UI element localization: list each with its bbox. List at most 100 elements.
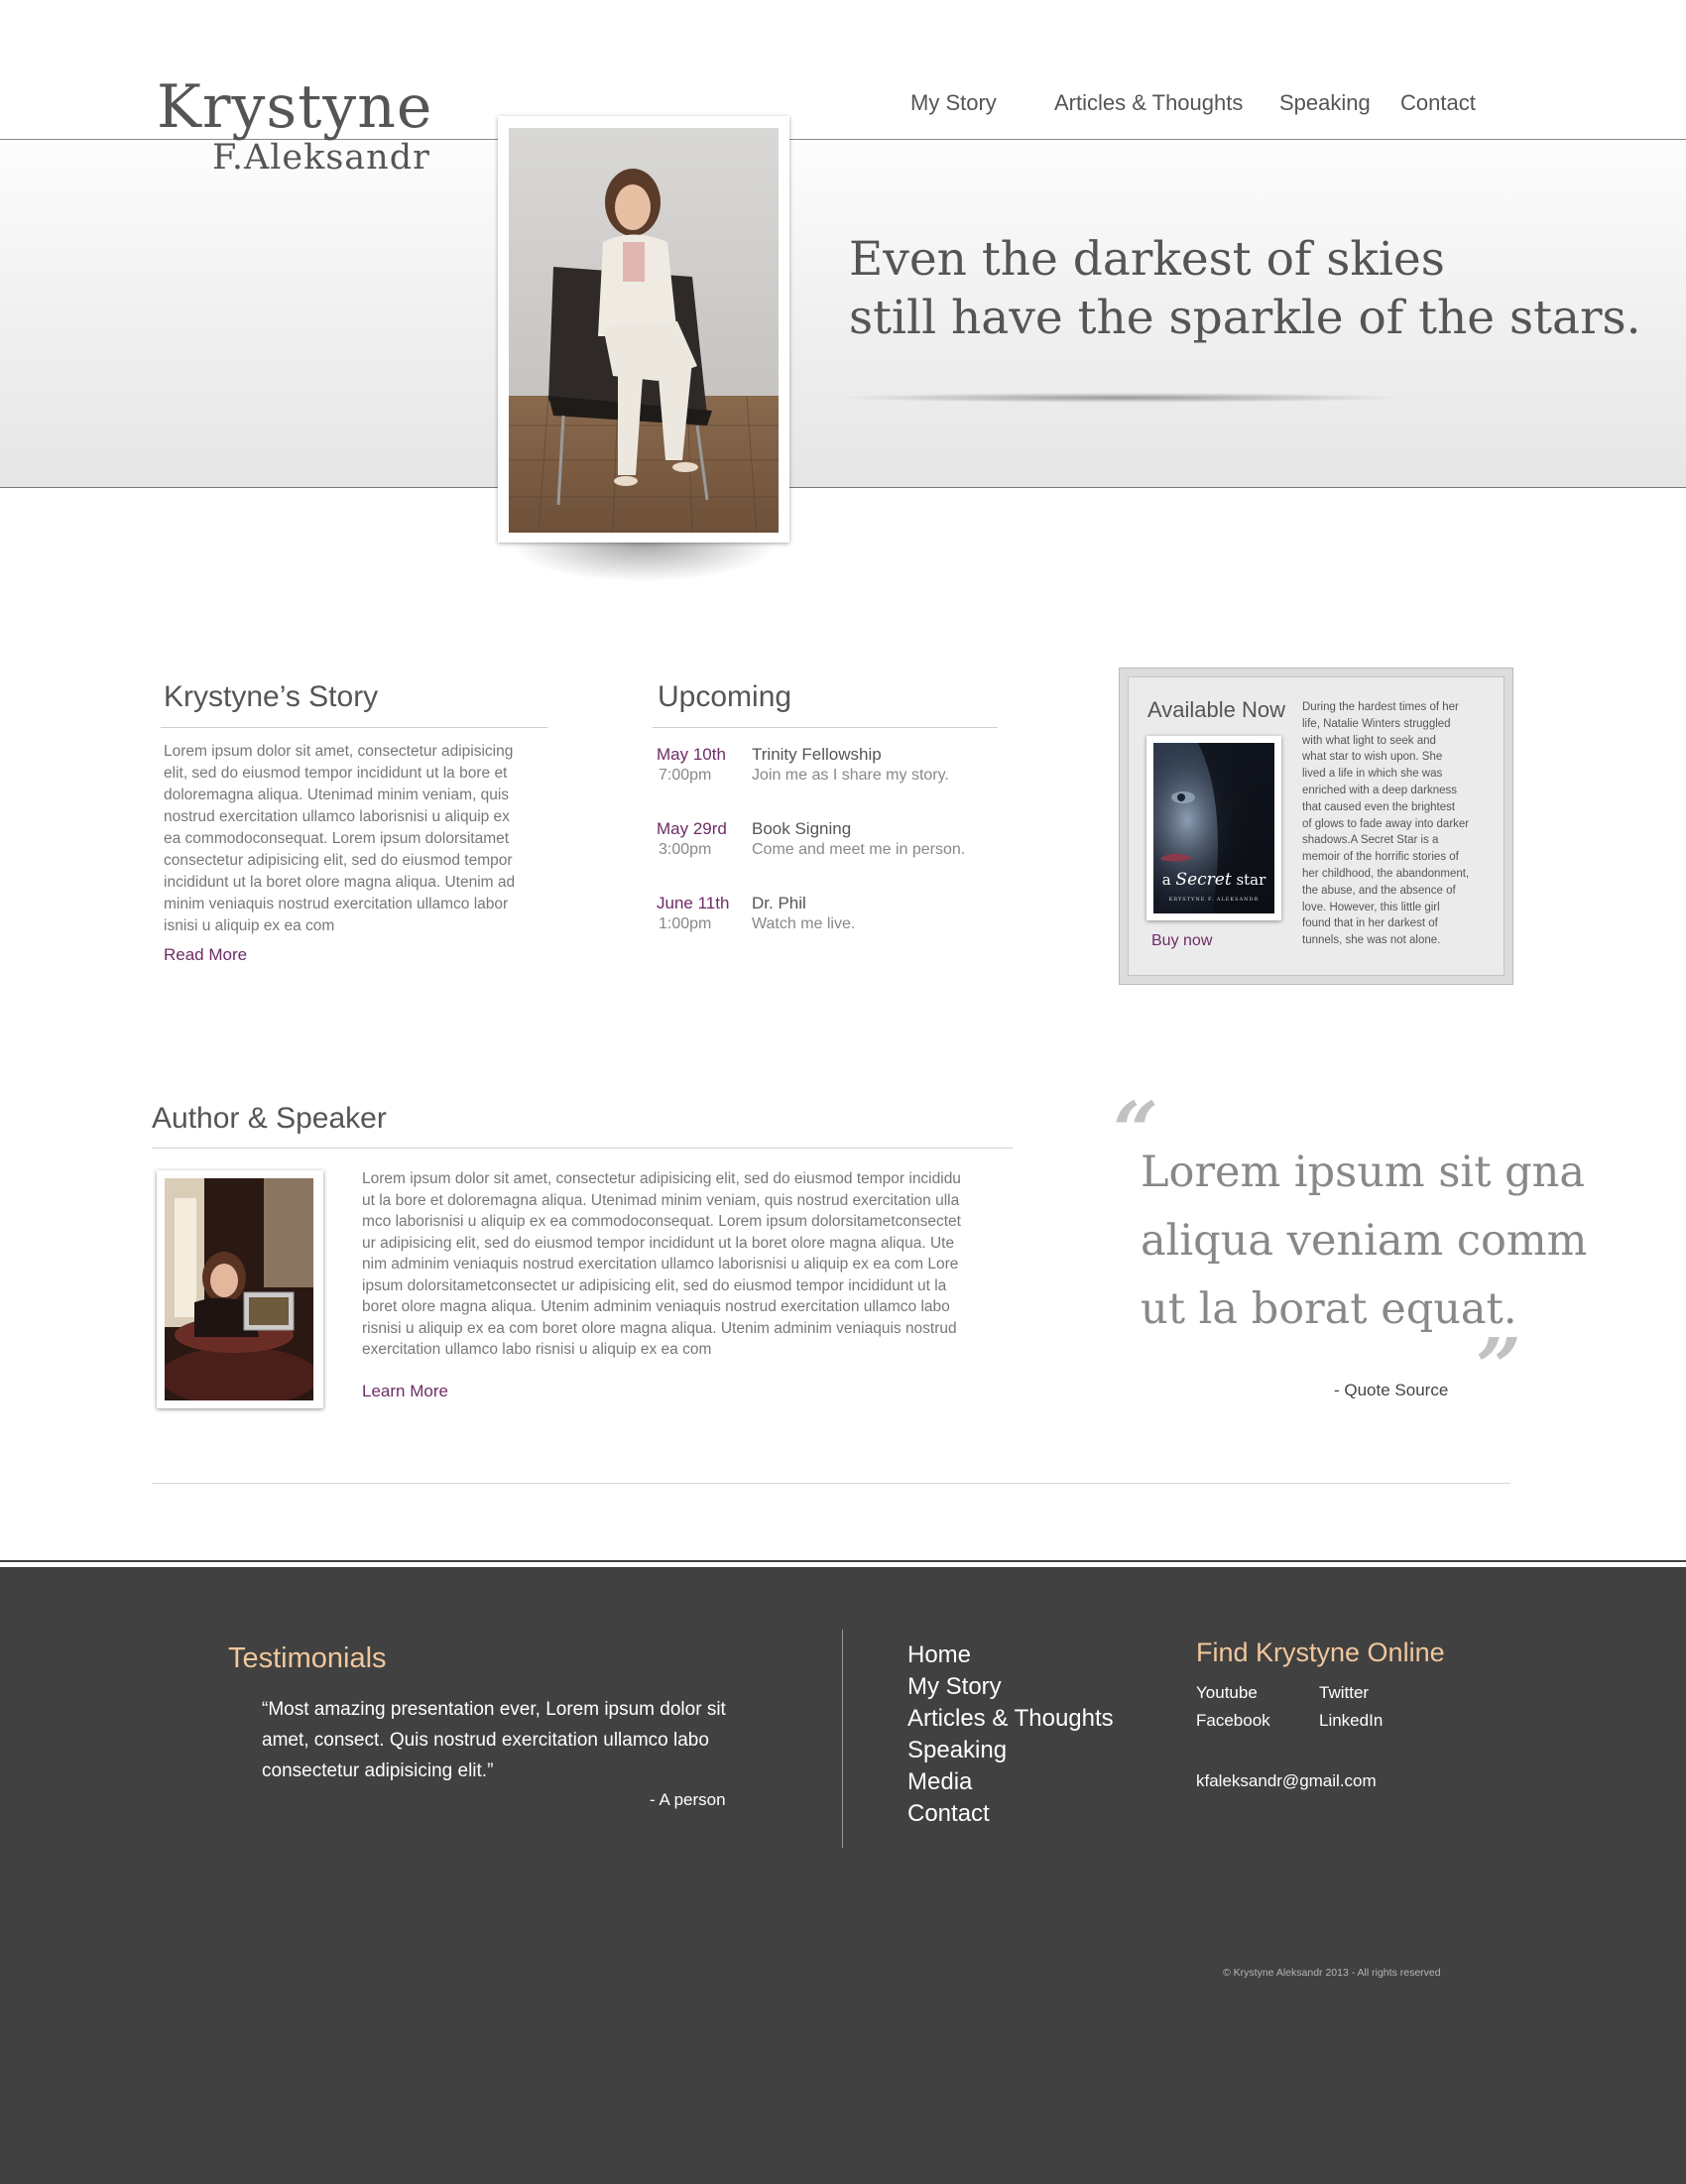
footer-nav-my-story[interactable]: My Story bbox=[907, 1671, 1114, 1703]
footer-nav-speaking[interactable]: Speaking bbox=[907, 1735, 1114, 1766]
linkedin-link[interactable]: LinkedIn bbox=[1319, 1711, 1383, 1731]
author-heading: Author & Speaker bbox=[152, 1102, 387, 1135]
book-synopsis-line: the abuse, and the absence of bbox=[1302, 884, 1456, 897]
author-text-line: ur adipisicing elit, sed do eiusmod temp… bbox=[362, 1234, 955, 1252]
section-divider bbox=[152, 1483, 1510, 1484]
book-synopsis-line: what star to wish upon. She bbox=[1302, 751, 1443, 764]
book-title-a: a bbox=[1161, 871, 1171, 889]
book-synopsis-line: of glows to fade away into darker bbox=[1302, 817, 1470, 830]
nav-articles-thoughts[interactable]: Articles & Thoughts bbox=[1054, 90, 1243, 116]
book-cover-image: a Secret star Krystyne F. Aleksandr bbox=[1153, 743, 1274, 913]
author-text-line: nim adminim veniaquis nostrud exercitati… bbox=[362, 1256, 959, 1273]
email-link[interactable]: kfaleksandr@gmail.com bbox=[1196, 1771, 1377, 1791]
book-synopsis-line: lived a life in which she was bbox=[1302, 768, 1443, 781]
author-photo-frame bbox=[157, 1170, 323, 1408]
event-time: 3:00pm bbox=[659, 841, 712, 858]
story-divider bbox=[161, 727, 547, 728]
event-description: Watch me live. bbox=[752, 915, 856, 932]
find-online-heading: Find Krystyne Online bbox=[1196, 1638, 1445, 1667]
event-description: Join me as I share my story. bbox=[752, 767, 949, 784]
facebook-link[interactable]: Facebook bbox=[1196, 1711, 1270, 1731]
nav-my-story[interactable]: My Story bbox=[910, 90, 997, 116]
logo-last-name[interactable]: F.Aleksandr bbox=[212, 141, 430, 176]
book-synopsis-line: her childhood, the abandonment, bbox=[1302, 867, 1470, 880]
event-details: Trinity Fellowship Join me as I share my… bbox=[752, 745, 949, 785]
author-text-line: Lorem ipsum dolor sit amet, consectetur … bbox=[362, 1170, 961, 1187]
story-text: Lorem ipsum dolor sit amet, consectetur … bbox=[164, 741, 515, 937]
book-synopsis-line: shadows.A Secret Star is a bbox=[1302, 834, 1439, 847]
pull-quote-line: aliqua veniam comm bbox=[1141, 1216, 1588, 1266]
event-date: May 29rd bbox=[657, 819, 727, 838]
hero-quote-line: still have the sparkle of the stars. bbox=[849, 291, 1641, 345]
book-author-name: Krystyne F. Aleksandr bbox=[1168, 897, 1260, 903]
author-text-line: exercitation ullamco labo risnisi u aliq… bbox=[362, 1341, 712, 1358]
story-text-line: minim veniaquis nostrud exercitation ull… bbox=[164, 896, 509, 912]
story-text-line: elit, sed do eiusmod tempor incididunt u… bbox=[164, 765, 508, 782]
book-synopsis-line: love. However, this little girl bbox=[1302, 901, 1440, 913]
learn-more-link[interactable]: Learn More bbox=[362, 1382, 448, 1401]
close-quote-mark: ” bbox=[1476, 1320, 1522, 1413]
upcoming-heading: Upcoming bbox=[658, 680, 792, 713]
nav-contact[interactable]: Contact bbox=[1400, 90, 1476, 116]
story-text-line: Lorem ipsum dolor sit amet, consectetur … bbox=[164, 743, 514, 760]
testimonial-author: - A person bbox=[650, 1790, 726, 1809]
hero-quote-line: Even the darkest of skies bbox=[849, 232, 1445, 287]
quote-source: - Quote Source bbox=[1334, 1381, 1449, 1399]
author-text-line: ipsum dolorsitametconsectet ur adipisici… bbox=[362, 1276, 947, 1294]
nav-speaking[interactable]: Speaking bbox=[1279, 90, 1371, 116]
event-item[interactable]: June 11th 1:00pm bbox=[657, 894, 729, 933]
book-synopsis-line: tunnels, she was not alone. bbox=[1302, 934, 1441, 947]
testimonials-heading: Testimonials bbox=[228, 1642, 387, 1674]
book-synopsis-line: During the hardest times of her bbox=[1302, 701, 1459, 713]
book-synopsis-line: memoir of the horrific stories of bbox=[1302, 851, 1459, 864]
read-more-link[interactable]: Read More bbox=[164, 945, 247, 965]
footer-nav-articles-thoughts[interactable]: Articles & Thoughts bbox=[907, 1703, 1114, 1735]
author-text-line: risnisi u aliquip ex ea com boret olore … bbox=[362, 1319, 957, 1337]
buy-now-link[interactable]: Buy now bbox=[1151, 932, 1212, 950]
book-synopsis: During the hardest times of her life, Na… bbox=[1302, 699, 1469, 949]
hero-quote-shadow-rule bbox=[833, 393, 1408, 403]
testimonial-line: amet, consect. Quis nostrud exercitation… bbox=[262, 1730, 709, 1751]
author-photo bbox=[165, 1178, 313, 1400]
book-synopsis-line: that caused even the brightest bbox=[1302, 800, 1456, 813]
logo-first-name[interactable]: Krystyne bbox=[157, 77, 432, 137]
event-item[interactable]: May 10th 7:00pm bbox=[657, 745, 726, 785]
story-text-line: ea commodoconsequat. Lorem ipsum dolorsi… bbox=[164, 830, 510, 847]
book-title-star: star bbox=[1236, 871, 1266, 889]
author-text-line: boret olore magna aliqua. Utenim adminim… bbox=[362, 1298, 950, 1315]
event-title: Book Signing bbox=[752, 819, 852, 838]
book-cover-frame[interactable]: a Secret star Krystyne F. Aleksandr bbox=[1146, 736, 1281, 920]
youtube-link[interactable]: Youtube bbox=[1196, 1683, 1258, 1703]
story-text-line: doloremagna aliqua. Utenimad minim venia… bbox=[164, 787, 510, 803]
story-text-line: incididunt ut la boret olore magna aliqu… bbox=[164, 874, 516, 891]
testimonial-line: consectetur adipisicing elit.” bbox=[262, 1760, 494, 1781]
author-text: Lorem ipsum dolor sit amet, consectetur … bbox=[362, 1168, 961, 1361]
footer-nav: Home My Story Articles & Thoughts Speaki… bbox=[907, 1639, 1114, 1830]
testimonial-line: “Most amazing presentation ever, Lorem i… bbox=[262, 1699, 726, 1720]
event-title: Trinity Fellowship bbox=[752, 745, 882, 764]
event-item[interactable]: May 29rd 3:00pm bbox=[657, 819, 727, 859]
event-time: 1:00pm bbox=[659, 915, 712, 932]
book-synopsis-line: with what light to seek and bbox=[1302, 734, 1436, 747]
story-heading: Krystyne’s Story bbox=[164, 680, 379, 713]
hero-photo-frame bbox=[498, 116, 789, 582]
event-details: Book Signing Come and meet me in person. bbox=[752, 819, 965, 859]
event-date: June 11th bbox=[657, 894, 730, 912]
book-synopsis-line: life, Natalie Winters struggled bbox=[1302, 717, 1451, 730]
testimonial-quote: “Most amazing presentation ever, Lorem i… bbox=[262, 1694, 726, 1786]
footer-nav-media[interactable]: Media bbox=[907, 1766, 1114, 1798]
copyright: © Krystyne Aleksandr 2013 - All rights r… bbox=[1223, 1967, 1441, 1979]
event-description: Come and meet me in person. bbox=[752, 841, 966, 858]
footer-nav-home[interactable]: Home bbox=[907, 1639, 1114, 1671]
twitter-link[interactable]: Twitter bbox=[1319, 1683, 1369, 1703]
book-title-secret: Secret bbox=[1175, 870, 1232, 890]
book-synopsis-line: enriched with a deep darkness bbox=[1302, 784, 1457, 796]
author-text-line: mco laborisnisi u aliquip ex ea commodoc… bbox=[362, 1213, 961, 1230]
pull-quote: Lorem ipsum sit gna aliqua veniam comm u… bbox=[1141, 1139, 1587, 1344]
available-now-heading: Available Now bbox=[1147, 697, 1286, 722]
author-text-line: ut la bore et doloremagna aliqua. Utenim… bbox=[362, 1191, 960, 1209]
footer-nav-contact[interactable]: Contact bbox=[907, 1798, 1114, 1830]
footer-top-line bbox=[0, 1560, 1686, 1562]
hero-quote: Even the darkest of skies still have the… bbox=[849, 230, 1641, 347]
event-time: 7:00pm bbox=[659, 767, 712, 784]
